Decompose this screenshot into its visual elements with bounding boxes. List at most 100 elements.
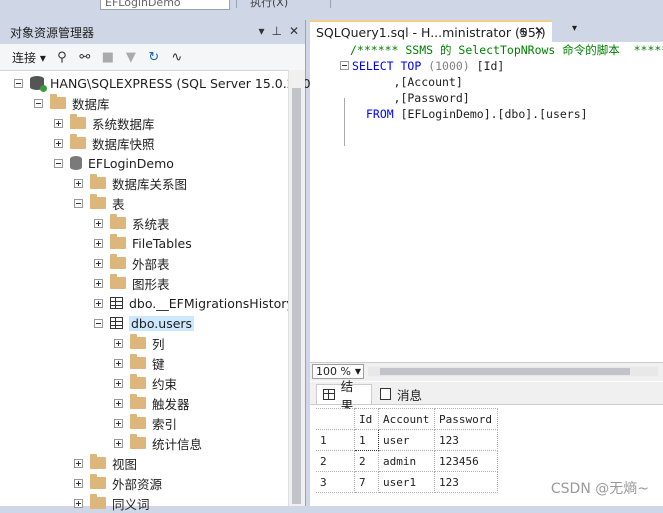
window-position-dropdown-icon[interactable]: ▾ (258, 24, 264, 38)
pin-tab-icon[interactable]: ⊕ (519, 25, 528, 38)
from-target: [EFLoginDemo].[dbo].[users] (393, 107, 588, 121)
cell-password[interactable]: 123 (434, 429, 498, 451)
expand-icon[interactable] (114, 398, 123, 408)
cell-id[interactable]: 1 (354, 429, 379, 451)
tree-node[interactable]: 外部表 (94, 253, 170, 273)
folder-icon (90, 494, 106, 509)
pin-icon[interactable]: ⊥ (271, 24, 281, 38)
expand-icon[interactable] (94, 218, 103, 228)
column-header-password[interactable]: Password (434, 408, 498, 430)
expand-icon[interactable] (74, 458, 83, 468)
folder-icon (130, 354, 146, 369)
tree-node[interactable]: dbo.__EFMigrationsHistory (94, 293, 294, 313)
tree-node[interactable]: 触发器 (114, 393, 190, 413)
cell-password[interactable]: 123456 (434, 450, 498, 472)
collapse-icon[interactable] (340, 61, 349, 70)
cell-account[interactable]: user1 (378, 471, 435, 493)
expand-icon[interactable] (54, 118, 63, 128)
tree-node-label: dbo.users (129, 315, 195, 331)
tree-node[interactable]: 外部资源 (74, 473, 162, 493)
column-id: [Id] (476, 59, 505, 73)
tree-node[interactable]: 同义词 (74, 493, 150, 513)
collapse-icon[interactable] (94, 318, 103, 328)
tree-node-label: 系统表 (132, 216, 170, 232)
expand-icon[interactable] (94, 298, 103, 308)
cell-account[interactable]: user (378, 429, 435, 451)
stop-icon[interactable]: ■ (101, 50, 115, 65)
disconnect-icon[interactable]: ⚯ (78, 50, 92, 65)
table-row[interactable]: 2 2 admin 123456 (316, 450, 498, 472)
connect-icon[interactable]: ⚲ (55, 50, 69, 65)
expand-icon[interactable] (74, 498, 83, 508)
folder-icon (110, 254, 126, 269)
column-header-id[interactable]: Id (354, 408, 379, 430)
tree-node[interactable]: 统计信息 (114, 433, 202, 453)
collapse-icon[interactable] (34, 98, 43, 108)
execute-button[interactable]: 执行(X) (250, 0, 288, 10)
expand-icon[interactable] (114, 438, 123, 448)
tree-node[interactable]: EFLoginDemo (54, 153, 174, 173)
expand-icon[interactable] (94, 238, 103, 248)
tree-node-label: 数据库关系图 (112, 176, 188, 192)
expand-icon[interactable] (74, 178, 83, 188)
tree-node[interactable]: HANG\SQLEXPRESS (SQL Server 15.0.200 (14, 73, 311, 93)
table-row[interactable]: 3 7 user1 123 (316, 471, 498, 493)
expand-icon[interactable] (94, 258, 103, 268)
tree-node[interactable]: 数据库快照 (54, 133, 155, 153)
outline-guide (344, 98, 345, 146)
expand-icon[interactable] (54, 138, 63, 148)
tree-node[interactable]: FileTables (94, 233, 192, 253)
cell-password[interactable]: 123 (434, 471, 498, 493)
expand-icon[interactable] (114, 418, 123, 428)
tree-node[interactable]: 系统数据库 (54, 113, 155, 133)
expand-icon[interactable] (114, 338, 123, 348)
expand-icon[interactable] (94, 278, 103, 288)
cell-id[interactable]: 2 (354, 450, 379, 472)
results-grid: Id Account Password 1 1 user 123 2 2 adm… (316, 408, 498, 493)
tab-overflow-dropdown-icon[interactable]: ▾ (572, 23, 577, 34)
cell-id[interactable]: 7 (354, 471, 379, 493)
tree-node[interactable]: 列 (114, 333, 165, 353)
collapse-icon[interactable] (74, 198, 83, 208)
expand-icon[interactable] (114, 358, 123, 368)
tree-node[interactable]: 索引 (114, 413, 177, 433)
row-number[interactable]: 2 (316, 450, 355, 472)
tree-node[interactable]: 视图 (74, 453, 137, 473)
collapse-icon[interactable] (14, 78, 23, 88)
tab-messages[interactable]: 消息 (374, 384, 428, 404)
tree-node[interactable]: 数据库关系图 (74, 173, 187, 193)
vertical-scrollbar[interactable] (288, 70, 305, 506)
tree-node-label: 触发器 (152, 396, 190, 412)
tab-results[interactable]: 结果 (316, 379, 372, 413)
tab-sqlquery1[interactable]: SQLQuery1.sql - H...ministrator (55)) ⊕ … (310, 20, 552, 42)
sql-code-area[interactable]: /****** SSMS 的 SelectTopNRows 命令的脚本 ****… (310, 42, 663, 364)
tree-node[interactable]: 系统表 (94, 213, 170, 233)
connect-button[interactable]: 连接 ▾ (12, 49, 46, 66)
database-selector[interactable]: EFLoginDemo (100, 0, 230, 10)
close-icon[interactable]: ✕ (289, 24, 299, 38)
scrollbar-thumb[interactable] (380, 368, 630, 375)
table-icon (110, 317, 123, 329)
tree-node[interactable]: 数据库 (34, 93, 110, 113)
expand-icon[interactable] (114, 378, 123, 388)
horizontal-scrollbar[interactable] (368, 367, 658, 376)
tree-node[interactable]: 键 (114, 353, 165, 373)
tree-node[interactable]: dbo.users (94, 313, 195, 333)
tree-node-label: 外部表 (132, 256, 170, 272)
row-number[interactable]: 1 (316, 429, 355, 451)
activity-icon[interactable]: ∿ (170, 50, 184, 65)
tree-node[interactable]: 图形表 (94, 273, 170, 293)
collapse-icon[interactable] (54, 158, 63, 168)
expand-icon[interactable] (74, 478, 83, 488)
close-tab-icon[interactable]: ✕ (534, 24, 544, 38)
refresh-icon[interactable]: ↻ (147, 50, 161, 65)
tree-node[interactable]: 约束 (114, 373, 177, 393)
filter-icon[interactable]: ▼ (124, 50, 138, 65)
column-header-account[interactable]: Account (378, 408, 435, 430)
cell-account[interactable]: admin (378, 450, 435, 472)
tree-node[interactable]: 表 (74, 193, 125, 213)
table-row[interactable]: 1 1 user 123 (316, 429, 498, 451)
scrollbar-thumb[interactable] (292, 88, 301, 504)
tree-node-label: 表 (112, 196, 125, 212)
row-number[interactable]: 3 (316, 471, 355, 493)
